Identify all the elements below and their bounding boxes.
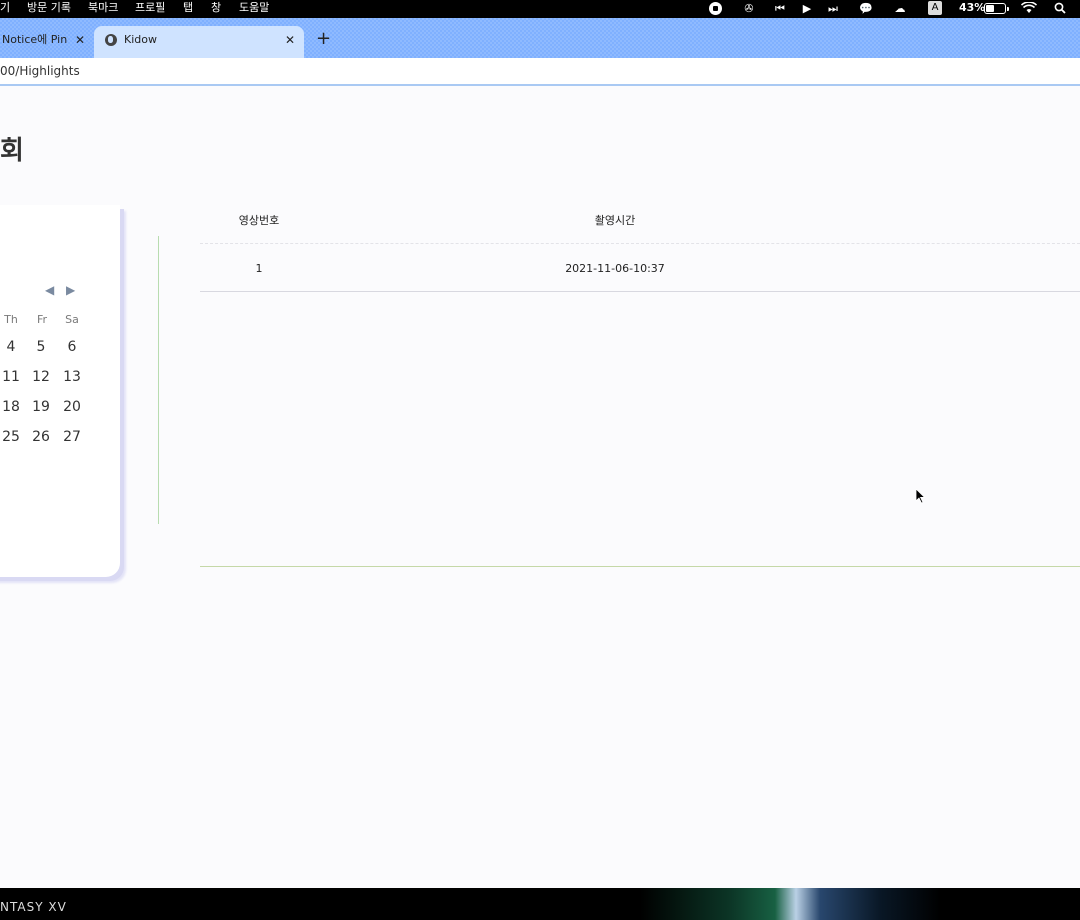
calendar-day[interactable]: 19: [28, 399, 54, 415]
calendar-day[interactable]: 20: [59, 399, 85, 415]
globe-icon: [105, 34, 117, 46]
weekday-saturday: Sa: [65, 313, 79, 326]
menu-item-help[interactable]: 도움말: [239, 1, 269, 15]
calendar-day[interactable]: 6: [59, 339, 85, 355]
cell-record-time[interactable]: 2021-11-06-10:37: [545, 262, 685, 275]
next-track-icon[interactable]: ⏭: [827, 2, 839, 16]
menu-item-profiles[interactable]: 프로필: [135, 1, 165, 15]
calendar-day[interactable]: 4: [0, 339, 24, 355]
stop-record-icon[interactable]: [709, 2, 722, 15]
tab-label: Kidow: [124, 33, 157, 46]
page-title: 회: [0, 136, 24, 166]
address-bar[interactable]: 00/Highlights: [0, 58, 1080, 86]
calendar-card: [0, 205, 120, 577]
row-divider: [200, 291, 1080, 292]
menu-bar: 기 방문 기록 북마크 프로필 탭 창 도움말 ✇ ⏮ ▶ ⏭ 💬 ☁ A 43…: [0, 0, 1080, 18]
input-source-icon[interactable]: A: [928, 1, 942, 15]
tab-strip: Notice에 Pin ✕ Kidow ✕ +: [0, 18, 1080, 58]
calendar-day[interactable]: 26: [28, 429, 54, 445]
calendar-next-icon[interactable]: ▶: [66, 283, 75, 297]
header-divider: [200, 243, 1080, 244]
play-icon[interactable]: ▶: [801, 2, 813, 16]
table-bottom-border: [200, 566, 1080, 567]
weekday-thursday: Th: [4, 313, 18, 326]
wallpaper-glow: [640, 888, 940, 920]
calendar-day[interactable]: 25: [0, 429, 24, 445]
weekday-friday: Fr: [36, 313, 48, 326]
calendar-day[interactable]: 12: [28, 369, 54, 385]
calendar-day[interactable]: 13: [59, 369, 85, 385]
menu-item-history[interactable]: 방문 기록: [27, 1, 71, 15]
close-icon[interactable]: ✕: [285, 26, 295, 54]
tab-notice[interactable]: Notice에 Pin ✕: [0, 26, 92, 58]
menu-item-view[interactable]: 기: [0, 1, 10, 15]
url-text[interactable]: 00/Highlights: [0, 64, 80, 78]
desktop-strip: NTASY XV: [0, 888, 1080, 920]
previous-track-icon[interactable]: ⏮: [774, 2, 786, 16]
calendar-day[interactable]: 5: [28, 339, 54, 355]
menu-item-window[interactable]: 창: [211, 1, 221, 15]
wallpaper-text: NTASY XV: [0, 900, 67, 914]
calendar-day[interactable]: 27: [59, 429, 85, 445]
close-icon[interactable]: ✕: [75, 26, 85, 54]
sync-icon[interactable]: ✇: [741, 2, 757, 16]
vertical-divider: [158, 236, 159, 524]
column-header-record-time: 촬영시간: [594, 214, 636, 227]
new-tab-icon[interactable]: +: [316, 28, 331, 50]
calendar-day[interactable]: 11: [0, 369, 24, 385]
battery-percent: 43%: [959, 1, 986, 14]
tab-label: Notice에 Pin: [2, 33, 68, 46]
battery-icon[interactable]: [984, 3, 1009, 14]
cell-video-number[interactable]: 1: [219, 262, 299, 275]
chat-icon[interactable]: 💬: [858, 2, 874, 16]
menu-item-bookmarks[interactable]: 북마크: [88, 1, 118, 15]
column-header-video-number: 영상번호: [238, 214, 280, 227]
search-icon[interactable]: [1053, 2, 1067, 16]
tab-kidow[interactable]: Kidow ✕: [94, 26, 304, 58]
calendar-prev-icon[interactable]: ◀: [45, 283, 54, 297]
calendar-day[interactable]: 18: [0, 399, 24, 415]
creative-cloud-icon[interactable]: ☁: [891, 2, 909, 16]
menu-item-tab[interactable]: 탭: [183, 1, 193, 15]
wifi-icon[interactable]: [1020, 1, 1038, 16]
